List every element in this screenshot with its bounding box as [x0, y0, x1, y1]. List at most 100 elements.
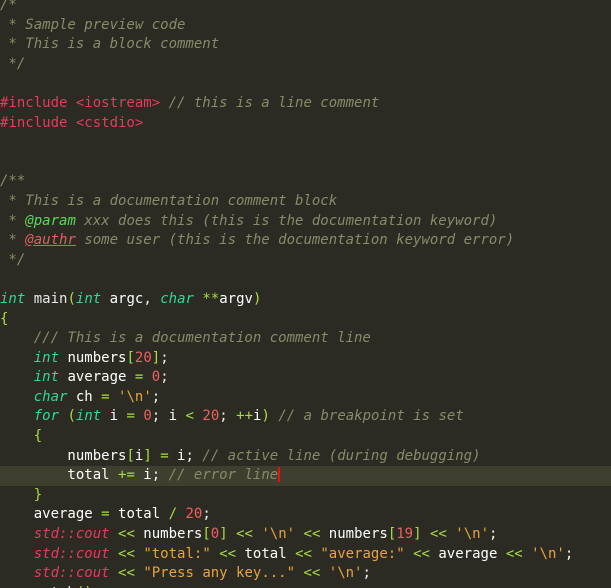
code-token: <<	[413, 545, 430, 562]
code-token: ;	[185, 447, 194, 464]
code-token: /**	[0, 173, 26, 190]
code-token: argv	[219, 290, 253, 307]
code-token: i	[134, 467, 152, 484]
code-token: =	[101, 506, 110, 523]
code-line[interactable]: /// This is a documentation comment line	[0, 329, 611, 349]
code-line[interactable]: int numbers[20];	[0, 349, 611, 369]
code-token: main	[33, 290, 68, 307]
code-text-area[interactable]: /* * Sample preview code * This is a blo…	[0, 0, 611, 588]
code-token: '\n'	[531, 545, 565, 562]
code-line[interactable]: {	[0, 310, 611, 330]
code-line[interactable]: int average = 0;	[0, 368, 611, 388]
code-line[interactable]: */	[0, 55, 611, 75]
code-token: ;	[489, 526, 498, 543]
code-token: <<	[429, 526, 447, 543]
code-token: ]	[143, 447, 152, 464]
code-token: char	[160, 290, 194, 307]
code-line[interactable]: for (int i = 0; i < 20; ++i) // a breakp…	[0, 407, 611, 427]
code-token: *	[0, 212, 26, 229]
code-token: * Sample preview code	[0, 16, 186, 33]
code-token: "average:"	[320, 545, 405, 562]
code-token: <<	[303, 565, 321, 582]
code-token: ;	[151, 388, 161, 405]
code-line[interactable]: /**	[0, 172, 611, 192]
code-token: 20	[202, 408, 220, 425]
code-token: numbers	[320, 526, 388, 543]
code-line[interactable]: total += i; // error line	[0, 466, 611, 486]
code-token: int	[33, 349, 60, 366]
code-token: {	[33, 428, 43, 445]
code-token: [	[387, 526, 397, 543]
code-token: @authr	[25, 232, 76, 249]
code-token: /// This is a documentation comment line	[0, 330, 371, 347]
code-token: int	[33, 369, 60, 386]
code-token: '\n'	[118, 388, 152, 405]
code-token: total	[109, 506, 169, 523]
code-token: 20	[134, 349, 152, 366]
code-line[interactable]: numbers[i] = i; // active line (during d…	[0, 447, 611, 467]
code-line[interactable]: int main(int argc, char **argv)	[0, 290, 611, 310]
code-token: ;	[362, 565, 371, 582]
code-line[interactable]	[0, 133, 611, 153]
code-token: i	[168, 447, 186, 464]
code-token: // this is a line comment	[168, 94, 380, 111]
code-line[interactable]: getch();	[0, 584, 611, 588]
code-token: '\n'	[261, 526, 296, 543]
code-line[interactable]: * @param xxx does this (this is the docu…	[0, 212, 611, 232]
code-line[interactable]	[0, 74, 611, 94]
code-token: some user (this is the documentation key…	[75, 232, 515, 249]
code-line[interactable]: #include <iostream> // this is a line co…	[0, 94, 611, 114]
code-token: ;	[151, 467, 161, 484]
code-line[interactable]: std::cout << "total:" << total << "avera…	[0, 545, 611, 565]
code-line[interactable]: */	[0, 251, 611, 271]
code-token: ;	[160, 369, 169, 386]
code-line[interactable]	[0, 153, 611, 173]
code-token: char	[33, 388, 68, 405]
code-token: ]	[413, 526, 422, 543]
code-editor-preview[interactable]: /* * Sample preview code * This is a blo…	[0, 0, 611, 588]
code-token: <<	[118, 565, 135, 582]
code-line[interactable]: average = total / 20;	[0, 505, 611, 525]
code-token: 19	[396, 526, 414, 543]
code-token: ;	[202, 506, 211, 523]
code-line[interactable]: char ch = '\n';	[0, 388, 611, 408]
code-token: ;	[219, 408, 228, 425]
code-token: */	[0, 251, 26, 268]
code-token: [	[202, 526, 211, 543]
code-token: argc	[101, 290, 144, 307]
code-token: =	[160, 447, 169, 464]
code-line[interactable]: * This is a block comment	[0, 35, 611, 55]
code-token: <<	[303, 526, 321, 543]
code-token: int	[0, 290, 26, 307]
code-token: (	[67, 290, 76, 307]
code-line[interactable]: /*	[0, 0, 611, 16]
code-token: <<	[219, 545, 237, 562]
code-line[interactable]: #include <cstdio>	[0, 114, 611, 134]
code-line[interactable]: * This is a documentation comment block	[0, 192, 611, 212]
code-token: std::cout	[33, 526, 110, 543]
code-line[interactable]	[0, 270, 611, 290]
code-line[interactable]: * @authr some user (this is the document…	[0, 231, 611, 251]
code-line[interactable]: * Sample preview code	[0, 16, 611, 36]
code-line[interactable]: std::cout << numbers[0] << '\n' << numbe…	[0, 525, 611, 545]
code-line[interactable]: }	[0, 486, 611, 506]
code-token: #include <iostream>	[0, 94, 161, 111]
code-line[interactable]: {	[0, 427, 611, 447]
code-line[interactable]: std::cout << "Press any key..." << '\n';	[0, 564, 611, 584]
code-token: /	[168, 506, 178, 523]
code-token: [	[126, 349, 135, 366]
